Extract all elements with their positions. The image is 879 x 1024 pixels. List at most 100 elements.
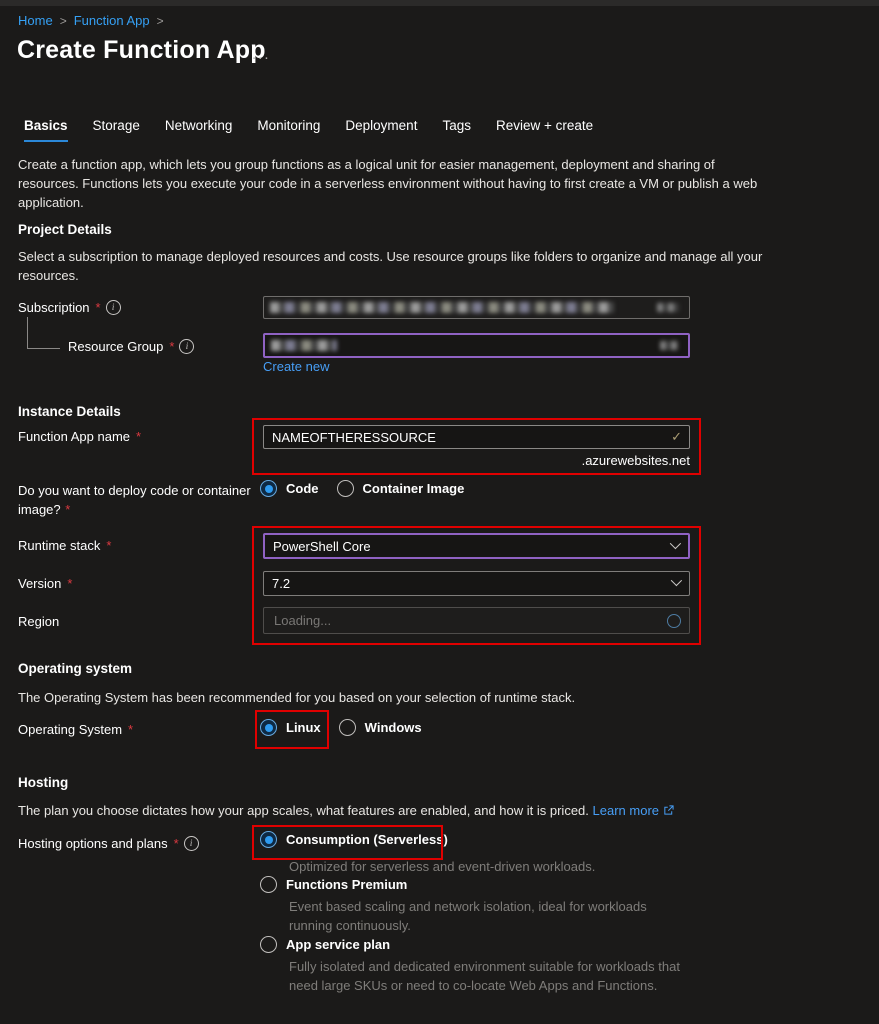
version-value: 7.2 bbox=[272, 576, 290, 591]
hosting-options-label-text: Hosting options and plans bbox=[18, 836, 168, 851]
subscription-select[interactable] bbox=[263, 296, 690, 319]
functions-premium-description: Event based scaling and network isolatio… bbox=[289, 897, 661, 935]
create-function-app-page: Home > Function App > Create Function Ap… bbox=[0, 0, 879, 1024]
radio-functions-premium-label: Functions Premium bbox=[286, 877, 407, 892]
radio-code-label: Code bbox=[286, 481, 319, 496]
operating-system-description: The Operating System has been recommende… bbox=[18, 688, 778, 707]
radio-selected-icon bbox=[260, 831, 277, 848]
consumption-description: Optimized for serverless and event-drive… bbox=[289, 857, 709, 876]
tab-tags[interactable]: Tags bbox=[442, 118, 471, 142]
radio-unselected-icon bbox=[339, 719, 356, 736]
radio-windows-label: Windows bbox=[365, 720, 422, 735]
breadcrumb-home-link[interactable]: Home bbox=[18, 13, 53, 28]
redacted-dropdown-icon bbox=[657, 303, 679, 312]
radio-linux[interactable]: Linux bbox=[260, 719, 321, 736]
operating-system-heading: Operating system bbox=[18, 661, 132, 676]
resource-group-label-text: Resource Group bbox=[68, 339, 163, 354]
wizard-tabs: Basics Storage Networking Monitoring Dep… bbox=[24, 118, 593, 142]
resource-group-label: Resource Group * i bbox=[68, 339, 194, 354]
app-service-plan-description: Fully isolated and dedicated environment… bbox=[289, 957, 709, 995]
radio-app-service-plan-label: App service plan bbox=[286, 937, 390, 952]
required-asterisk: * bbox=[96, 300, 101, 315]
function-app-name-field: ✓ bbox=[263, 425, 690, 449]
function-app-name-label-text: Function App name bbox=[18, 429, 130, 444]
radio-linux-label: Linux bbox=[286, 720, 321, 735]
version-label: Version * bbox=[18, 576, 72, 591]
subscription-label-text: Subscription bbox=[18, 300, 90, 315]
deploy-question-text: Do you want to deploy code or container … bbox=[18, 483, 251, 517]
chevron-down-icon bbox=[671, 575, 682, 586]
operating-system-group: Linux Windows bbox=[260, 719, 422, 736]
required-asterisk: * bbox=[106, 538, 111, 553]
radio-unselected-icon bbox=[260, 876, 277, 893]
intro-text: Create a function app, which lets you gr… bbox=[18, 155, 772, 212]
operating-system-label: Operating System * bbox=[18, 722, 133, 737]
radio-selected-icon bbox=[260, 480, 277, 497]
tab-networking[interactable]: Networking bbox=[165, 118, 233, 142]
info-icon[interactable]: i bbox=[184, 836, 199, 851]
function-app-name-input[interactable] bbox=[263, 425, 690, 449]
tab-monitoring[interactable]: Monitoring bbox=[257, 118, 320, 142]
info-icon[interactable]: i bbox=[179, 339, 194, 354]
radio-container-image-label: Container Image bbox=[363, 481, 465, 496]
operating-system-label-text: Operating System bbox=[18, 722, 122, 737]
tab-review-create[interactable]: Review + create bbox=[496, 118, 593, 142]
region-field bbox=[263, 607, 690, 634]
radio-container-image[interactable]: Container Image bbox=[337, 480, 465, 497]
required-asterisk: * bbox=[136, 429, 141, 444]
required-asterisk: * bbox=[128, 722, 133, 737]
radio-unselected-icon bbox=[260, 936, 277, 953]
instance-details-heading: Instance Details bbox=[18, 404, 121, 419]
info-icon[interactable]: i bbox=[106, 300, 121, 315]
create-new-link[interactable]: Create new bbox=[263, 359, 329, 374]
runtime-stack-select[interactable]: PowerShell Core bbox=[263, 533, 690, 559]
required-asterisk: * bbox=[67, 576, 72, 591]
project-details-heading: Project Details bbox=[18, 222, 112, 237]
breadcrumb-separator: > bbox=[157, 14, 164, 28]
required-asterisk: * bbox=[65, 502, 70, 517]
radio-functions-premium[interactable]: Functions Premium bbox=[260, 876, 407, 893]
deploy-option-group: Code Container Image bbox=[260, 480, 464, 497]
tree-connector bbox=[27, 317, 60, 349]
more-actions-button[interactable]: ... bbox=[252, 46, 271, 63]
breadcrumb-function-app-link[interactable]: Function App bbox=[74, 13, 150, 28]
hosting-options-label: Hosting options and plans * i bbox=[18, 836, 199, 851]
breadcrumb: Home > Function App > bbox=[18, 13, 164, 28]
radio-app-service-plan[interactable]: App service plan bbox=[260, 936, 390, 953]
hosting-heading: Hosting bbox=[18, 775, 68, 790]
radio-unselected-icon bbox=[337, 480, 354, 497]
subscription-label: Subscription * i bbox=[18, 300, 121, 315]
resource-group-select[interactable] bbox=[263, 333, 690, 358]
redacted-subscription-value bbox=[270, 302, 614, 313]
radio-code[interactable]: Code bbox=[260, 480, 319, 497]
window-top-strip bbox=[0, 0, 879, 6]
runtime-stack-label: Runtime stack * bbox=[18, 538, 111, 553]
required-asterisk: * bbox=[174, 836, 179, 851]
radio-consumption-label: Consumption (Serverless) bbox=[286, 832, 448, 847]
runtime-stack-value: PowerShell Core bbox=[273, 539, 371, 554]
domain-suffix: .azurewebsites.net bbox=[263, 453, 690, 468]
radio-selected-icon bbox=[260, 719, 277, 736]
version-select[interactable]: 7.2 bbox=[263, 571, 690, 596]
tab-storage[interactable]: Storage bbox=[93, 118, 140, 142]
breadcrumb-separator: > bbox=[60, 14, 67, 28]
tab-basics[interactable]: Basics bbox=[24, 118, 68, 142]
chevron-down-icon bbox=[670, 537, 681, 548]
learn-more-link[interactable]: Learn more bbox=[593, 803, 659, 818]
hosting-description-text: The plan you choose dictates how your ap… bbox=[18, 803, 589, 818]
region-label-text: Region bbox=[18, 614, 59, 629]
page-title: Create Function App bbox=[17, 36, 266, 65]
region-input[interactable] bbox=[272, 612, 667, 629]
radio-consumption-serverless[interactable]: Consumption (Serverless) bbox=[260, 831, 448, 848]
region-label: Region bbox=[18, 614, 59, 629]
tab-deployment[interactable]: Deployment bbox=[345, 118, 417, 142]
runtime-stack-label-text: Runtime stack bbox=[18, 538, 100, 553]
radio-windows[interactable]: Windows bbox=[339, 719, 422, 736]
redacted-dropdown-icon bbox=[660, 341, 678, 350]
valid-check-icon: ✓ bbox=[671, 429, 682, 445]
version-label-text: Version bbox=[18, 576, 61, 591]
loading-spinner-icon bbox=[667, 614, 681, 628]
deploy-question-label: Do you want to deploy code or container … bbox=[18, 481, 256, 519]
external-link-icon bbox=[663, 805, 674, 816]
function-app-name-label: Function App name * bbox=[18, 429, 141, 444]
